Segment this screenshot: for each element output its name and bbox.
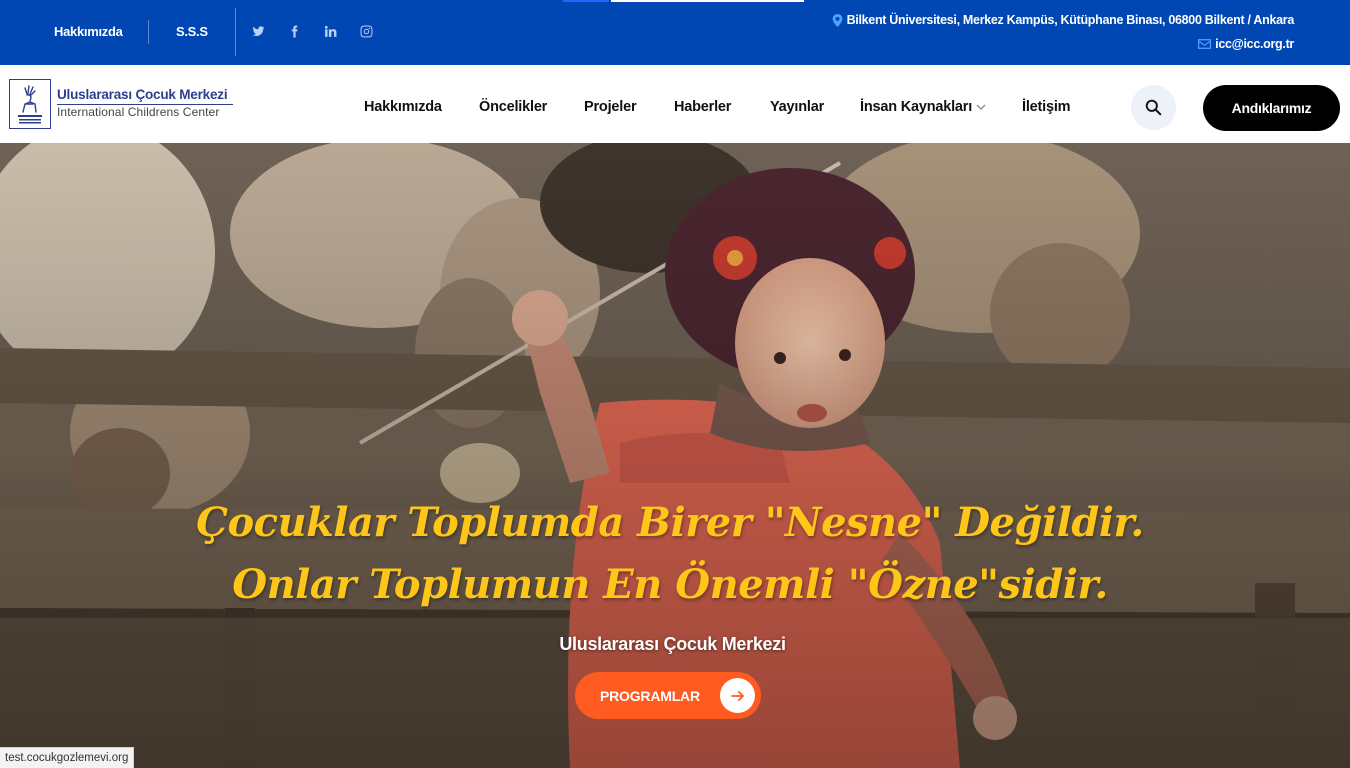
search-icon bbox=[1145, 99, 1162, 116]
topbar-divider bbox=[235, 8, 236, 56]
chevron-down-icon bbox=[976, 104, 986, 110]
logo-subtitle: International Childrens Center bbox=[57, 105, 220, 119]
top-bar-accent-line bbox=[611, 0, 804, 2]
nav-item-human-resources[interactable]: İnsan Kaynakları bbox=[860, 99, 986, 115]
logo-emblem bbox=[9, 79, 51, 129]
nav-item-news[interactable]: Haberler bbox=[674, 99, 731, 115]
programs-button-label: PROGRAMLAR bbox=[600, 687, 700, 704]
location-pin-icon bbox=[832, 13, 842, 27]
main-header: Uluslararası Çocuk Merkezi International… bbox=[0, 65, 1350, 143]
programs-button[interactable]: PROGRAMLAR bbox=[575, 672, 761, 719]
nav-item-about[interactable]: Hakkımızda bbox=[364, 99, 442, 115]
search-button[interactable] bbox=[1131, 85, 1176, 130]
nav-item-projects[interactable]: Projeler bbox=[584, 99, 637, 115]
facebook-icon[interactable] bbox=[285, 22, 303, 40]
deer-logo-icon bbox=[18, 85, 42, 124]
twitter-icon[interactable] bbox=[249, 22, 267, 40]
arrow-right-icon bbox=[720, 678, 755, 713]
nav-item-contact[interactable]: İletişim bbox=[1022, 99, 1071, 115]
hero-headline-line1: Çocuklar Toplumda Birer "Nesne" Değildir… bbox=[196, 499, 1144, 546]
address-info: Bilkent Üniversitesi, Merkez Kampüs, Küt… bbox=[832, 13, 1294, 27]
hero-subtitle: Uluslararası Çocuk Merkezi bbox=[559, 634, 786, 654]
top-bar: Hakkımızda S.S.S Bilkent Üniversitesi, M… bbox=[0, 0, 1350, 65]
memorials-button[interactable]: Andıklarımız bbox=[1203, 85, 1340, 131]
topbar-link-about[interactable]: Hakkımızda bbox=[54, 24, 123, 39]
logo-title: Uluslararası Çocuk Merkezi bbox=[57, 87, 228, 102]
address-text: Bilkent Üniversitesi, Merkez Kampüs, Küt… bbox=[846, 13, 1295, 27]
topbar-link-faq[interactable]: S.S.S bbox=[176, 24, 208, 39]
nav-item-publications[interactable]: Yayınlar bbox=[770, 99, 824, 115]
envelope-icon bbox=[1198, 39, 1212, 49]
nav-item-label: İnsan Kaynakları bbox=[860, 99, 973, 115]
nav-item-priorities[interactable]: Öncelikler bbox=[479, 99, 547, 115]
top-bar-accent bbox=[563, 0, 609, 2]
topbar-divider bbox=[148, 20, 149, 44]
hero-headline-line2: Onlar Toplumun En Önemli "Özne"sidir. bbox=[232, 561, 1108, 608]
email-text: icc@icc.org.tr bbox=[1215, 37, 1294, 51]
email-link[interactable]: icc@icc.org.tr bbox=[1198, 37, 1294, 51]
linkedin-icon[interactable] bbox=[321, 22, 339, 40]
browser-status-url: test.cocukgozlemevi.org bbox=[0, 747, 135, 768]
hero-section: Çocuklar Toplumda Birer "Nesne" Değildir… bbox=[0, 143, 1350, 768]
instagram-icon[interactable] bbox=[357, 22, 375, 40]
